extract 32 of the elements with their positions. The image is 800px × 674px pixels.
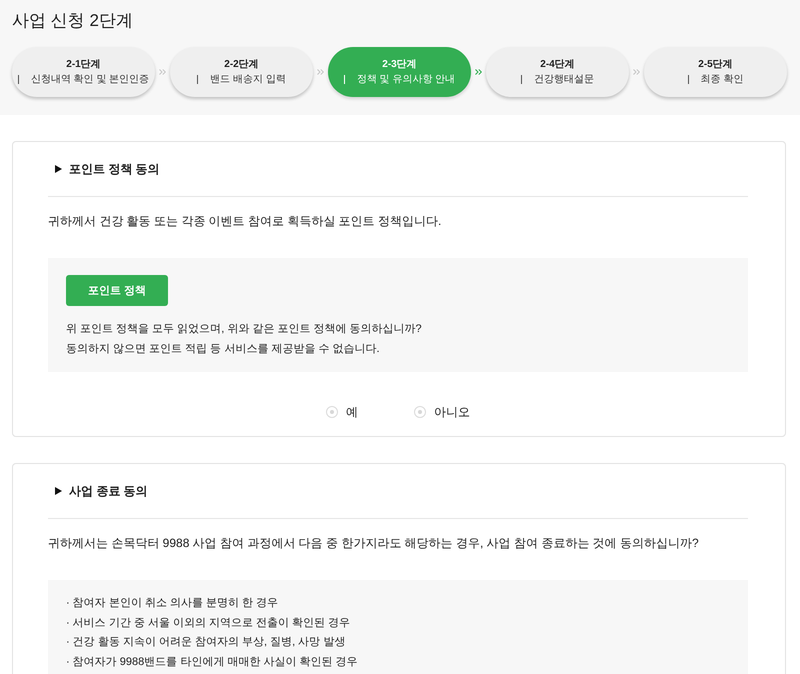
- double-chevron-icon: [475, 69, 482, 75]
- info-text: · 서비스 기간 중 서울 이외의 지역으로 전출이 확인된 경우: [66, 616, 350, 630]
- section-description: 귀하께서 건강 활동 또는 각종 이벤트 참여로 획득하실 포인트 정책입니다.: [48, 213, 442, 229]
- step-label: 밴드 배송지 입력: [210, 73, 286, 86]
- radio-label: 아니오: [434, 404, 470, 420]
- step-number: 2-1단계: [66, 58, 101, 71]
- step-number: 2-5단계: [698, 58, 733, 71]
- info-text: · 참여자가 9988밴드를 타인에게 매매한 사실이 확인된 경우: [66, 654, 358, 670]
- info-text: · 건강 활동 지속이 어려운 참여자의 부상, 질병, 사망 발생: [66, 635, 346, 650]
- section-heading: 포인트 정책 동의: [69, 160, 160, 178]
- section-heading: 사업 종료 동의: [69, 482, 148, 500]
- radio-button[interactable]: [326, 406, 338, 418]
- info-text: · 참여자 본인이 취소 의사를 분명히 한 경우: [66, 596, 278, 611]
- triangle-icon: [55, 487, 62, 495]
- step-label: 최종 확인: [700, 73, 744, 86]
- step-label: 정책 및 유의사항 안내: [356, 73, 456, 86]
- info-text: 위 포인트 정책을 모두 읽었으며, 위와 같은 포인트 정책에 동의하십니까?: [66, 322, 422, 337]
- triangle-icon: [55, 165, 62, 173]
- step-number: 2-4단계: [540, 58, 575, 71]
- policy-button[interactable]: 포인트 정책: [66, 275, 168, 306]
- double-chevron-icon: [159, 69, 166, 75]
- double-chevron-icon: [317, 69, 324, 75]
- radio-label: 예: [346, 404, 358, 420]
- step-label: 신청내역 확인 및 본인인증: [30, 73, 150, 86]
- step-number: 2-3단계: [382, 58, 417, 71]
- section-description: 귀하께서는 손목닥터 9988 사업 참여 과정에서 다음 중 한가지라도 해당하는 경우, 사업 참여 종료하는 것에 동의하십니까?: [48, 535, 700, 551]
- step-number: 2-2단계: [224, 58, 259, 71]
- double-chevron-icon: [633, 69, 640, 75]
- radio-button[interactable]: [414, 406, 426, 418]
- info-text: 동의하지 않으면 포인트 적립 등 서비스를 제공받을 수 없습니다.: [66, 342, 380, 357]
- step-label: 건강행태설문: [534, 73, 594, 86]
- page-title: 사업 신청 2단계: [12, 10, 133, 31]
